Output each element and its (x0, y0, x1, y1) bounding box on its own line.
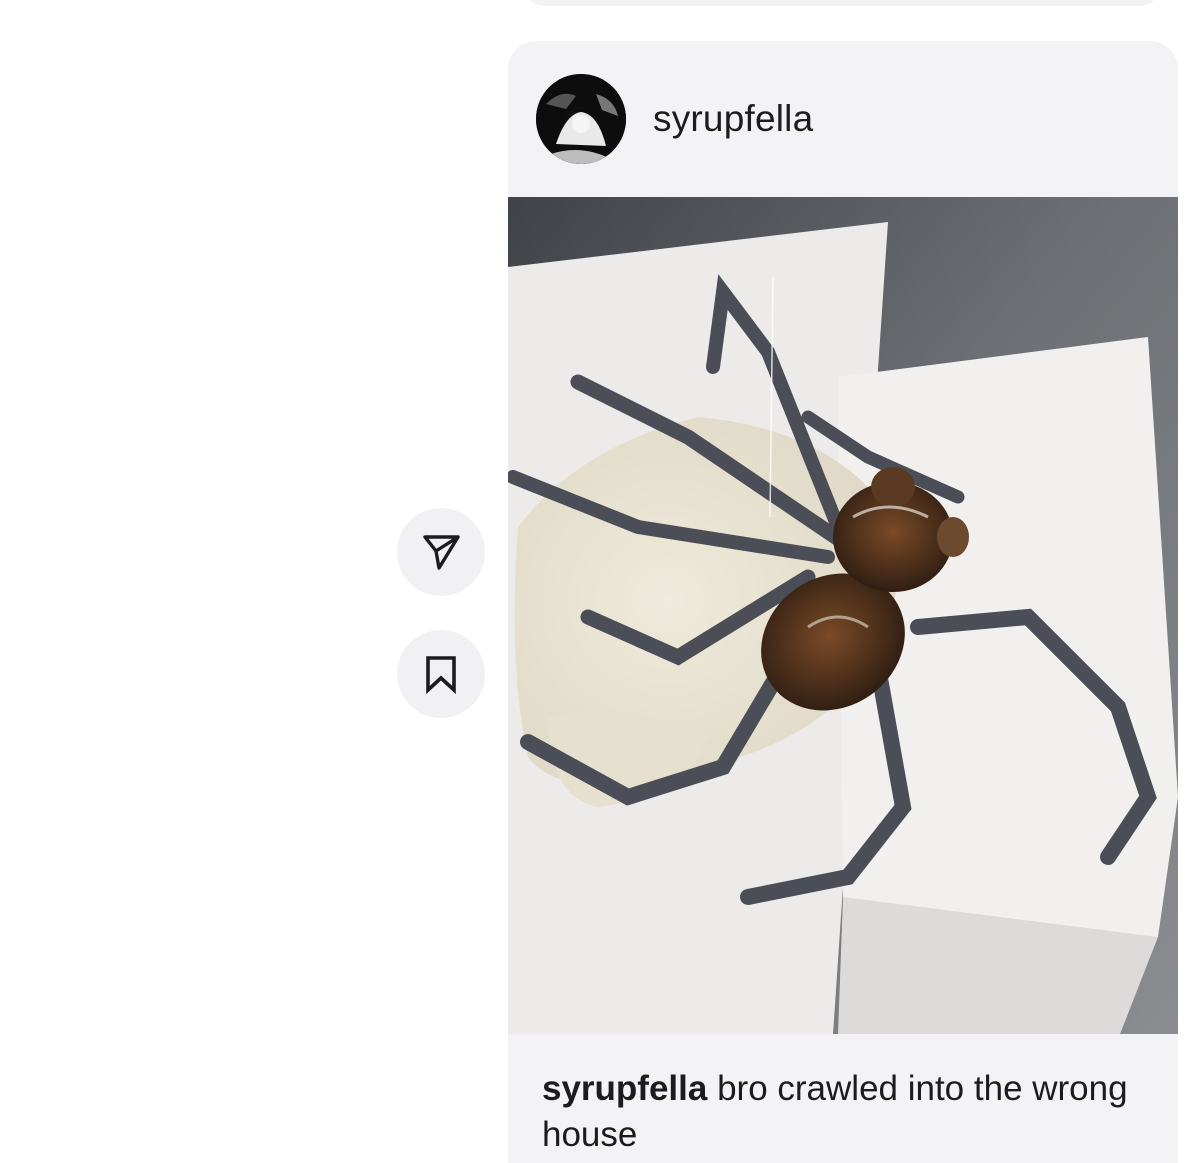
send-icon (423, 535, 460, 570)
spider-photo (508, 197, 1178, 1034)
post-image (508, 197, 1178, 1034)
save-button[interactable] (397, 630, 485, 718)
avatar[interactable] (536, 74, 626, 164)
avatar-image (536, 74, 626, 164)
bookmark-icon (426, 656, 456, 695)
post-header: syrupfella (508, 41, 1178, 197)
previous-post-card (522, 0, 1162, 6)
feed-page: syrupfella syrupfella bro crawled into t… (0, 0, 1200, 1163)
caption-username[interactable]: syrupfella (542, 1069, 707, 1108)
post-card: syrupfella syrupfella bro crawled into t… (508, 41, 1178, 1163)
share-button[interactable] (397, 508, 485, 596)
post-username[interactable]: syrupfella (653, 98, 813, 140)
post-caption: syrupfella bro crawled into the wrong ho… (542, 1066, 1142, 1158)
